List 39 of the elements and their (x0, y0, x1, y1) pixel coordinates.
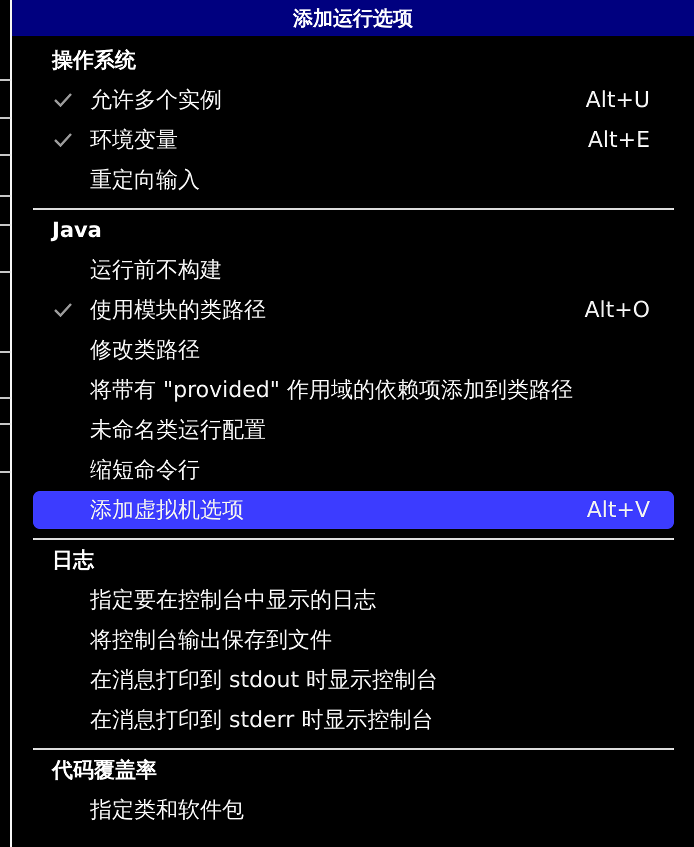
item-label: 在消息打印到 stderr 时显示控制台 (90, 707, 434, 735)
menu-item[interactable]: 环境变量 Alt+E (33, 120, 674, 160)
shortcut-text: Alt+E (588, 128, 650, 152)
menu-item[interactable]: 运行前不构建 (33, 250, 674, 290)
menu-item[interactable]: 未命名类运行配置 (33, 410, 674, 450)
section-header: 操作系统 (50, 47, 137, 74)
item-label: 将带有 "provided" 作用域的依赖项添加到类路径 (90, 377, 574, 405)
menu-item[interactable]: 指定类和软件包 (33, 790, 674, 830)
item-label: 添加虚拟机选项 (90, 497, 245, 525)
menu-item[interactable]: 在消息打印到 stdout 时显示控制台 (33, 660, 674, 700)
item-label: 未命名类运行配置 (90, 417, 267, 445)
menu-item[interactable]: 允许多个实例 Alt+U (33, 80, 674, 120)
item-label: 允许多个实例 (90, 87, 223, 115)
menu-item[interactable]: 将控制台输出保存到文件 (33, 620, 674, 660)
item-label: 缩短命令行 (90, 457, 201, 485)
menu-item[interactable]: 添加虚拟机选项 Alt+V (33, 491, 674, 529)
menu-item[interactable]: 修改类路径 (33, 330, 674, 370)
item-label: 使用模块的类路径 (90, 297, 267, 325)
window-title: 添加运行选项 (293, 6, 413, 30)
section-header: Java (50, 217, 103, 244)
item-label: 将控制台输出保存到文件 (90, 627, 333, 655)
menu-item[interactable]: 将带有 "provided" 作用域的依赖项添加到类路径 (33, 370, 674, 410)
item-label: 指定类和软件包 (90, 797, 245, 825)
menu-item[interactable]: 使用模块的类路径 Alt+O (33, 290, 674, 330)
item-label: 指定要在控制台中显示的日志 (90, 587, 377, 615)
item-label: 环境变量 (90, 127, 179, 155)
section-header: 日志 (51, 547, 96, 574)
menu-item[interactable]: 在消息打印到 stderr 时显示控制台 (33, 700, 674, 740)
shortcut-text: Alt+U (586, 88, 650, 112)
menu-item[interactable]: 缩短命令行 (33, 450, 674, 490)
item-label: 重定向输入 (90, 167, 201, 195)
menu-item[interactable]: 指定要在控制台中显示的日志 (33, 580, 674, 620)
section-header: 代码覆盖率 (50, 757, 158, 784)
shortcut-text: Alt+V (586, 498, 650, 522)
shortcut-text: Alt+O (584, 298, 650, 322)
item-label: 在消息打印到 stdout 时显示控制台 (90, 667, 440, 695)
item-label: 修改类路径 (90, 337, 201, 365)
item-label: 运行前不构建 (90, 257, 223, 285)
menu-item[interactable]: 重定向输入 (33, 160, 674, 200)
